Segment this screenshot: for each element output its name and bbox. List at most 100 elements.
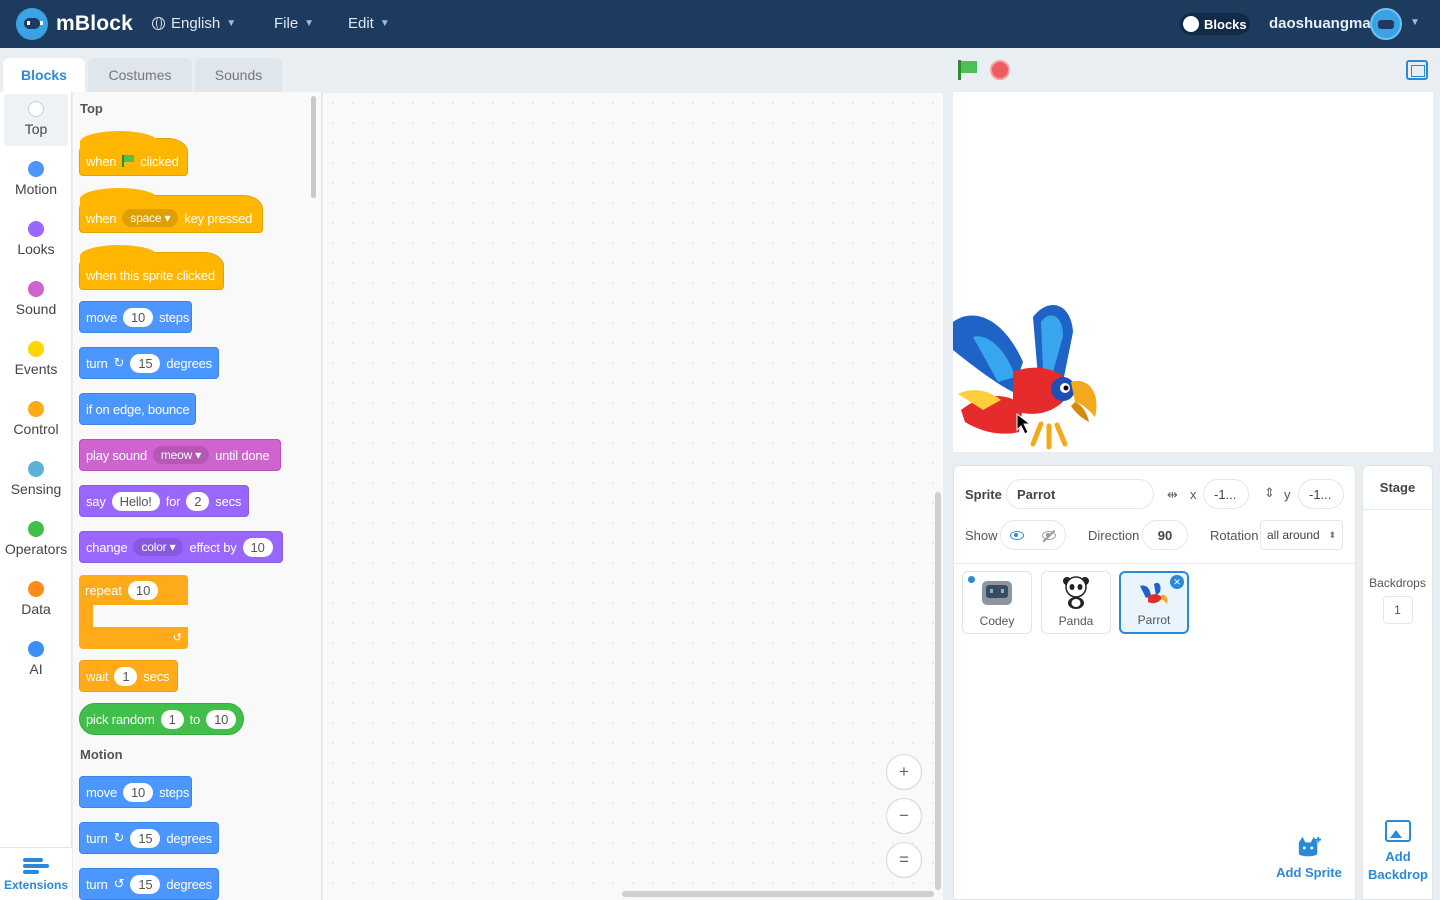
language-menu[interactable]: English ▼ [152, 15, 236, 32]
category-label: Looks [17, 241, 55, 257]
script-horizontal-scrollbar[interactable] [622, 891, 934, 897]
y-input[interactable]: -1... [1298, 479, 1344, 509]
direction-input[interactable]: 90 [1142, 520, 1188, 550]
sprite-tile-panda[interactable]: Panda [1041, 571, 1111, 634]
block-text: move [86, 784, 117, 800]
random-to-input[interactable]: 10 [206, 709, 237, 729]
wait-secs-input[interactable]: 1 [114, 666, 138, 686]
degrees-input[interactable]: 15 [130, 353, 161, 373]
hide-button[interactable] [1033, 521, 1065, 549]
category-sensing[interactable]: Sensing [4, 454, 68, 506]
rotation-label: Rotation [1210, 528, 1259, 543]
category-dot [28, 641, 44, 657]
zoom-out-button[interactable]: − [886, 798, 922, 834]
zoom-in-button[interactable]: + [886, 754, 922, 790]
block-text: effect by [189, 539, 237, 555]
blocks-mode-toggle[interactable]: Blocks [1180, 13, 1250, 35]
fullscreen-icon[interactable] [1406, 60, 1428, 80]
rotation-select[interactable]: all around ⬍ [1260, 520, 1343, 550]
block-turn-right[interactable]: turn ↻ 15 degrees [79, 822, 219, 854]
block-text: wait [86, 668, 109, 684]
stop-button[interactable] [990, 60, 1010, 80]
block-text: when this sprite clicked [86, 267, 215, 283]
chevron-down-icon[interactable]: ▼ [1410, 17, 1420, 28]
degrees-input[interactable]: 15 [130, 874, 161, 894]
eye-off-icon [1042, 530, 1056, 540]
delete-sprite-icon[interactable]: ✕ [1170, 575, 1184, 589]
block-turn-left[interactable]: turn ↺ 15 degrees [79, 868, 219, 900]
sprite-indicator-dot [968, 576, 975, 583]
steps-input[interactable]: 10 [123, 307, 154, 327]
block-play-sound-until-done[interactable]: play sound meow ▾ until done [79, 439, 281, 471]
block-say-for-secs[interactable]: say Hello! for 2 secs [79, 485, 249, 517]
script-area[interactable] [323, 93, 943, 900]
category-events[interactable]: Events [4, 334, 68, 386]
username[interactable]: daoshuangma [1269, 15, 1371, 32]
category-motion[interactable]: Motion [4, 154, 68, 206]
stage-canvas[interactable] [953, 92, 1433, 452]
category-operators[interactable]: Operators [4, 514, 68, 566]
degrees-input[interactable]: 15 [130, 828, 161, 848]
add-backdrop-label: Add Backdrop [1368, 849, 1428, 882]
block-when-flag-clicked[interactable]: when clicked [79, 131, 188, 176]
zoom-reset-button[interactable]: = [886, 842, 922, 878]
category-sound[interactable]: Sound [4, 274, 68, 326]
secs-input[interactable]: 2 [186, 491, 210, 511]
block-pick-random[interactable]: pick random 1 to 10 [79, 703, 244, 735]
message-input[interactable]: Hello! [111, 491, 160, 511]
category-data[interactable]: Data [4, 574, 68, 626]
add-sprite-button[interactable]: Add Sprite [1276, 835, 1342, 880]
parrot-sprite[interactable] [953, 92, 1433, 452]
random-from-input[interactable]: 1 [160, 709, 184, 729]
category-top[interactable]: Top [4, 94, 68, 146]
sprite-tile-codey[interactable]: Codey [962, 571, 1032, 634]
app-logo[interactable]: mBlock [16, 8, 133, 40]
sprite-name-input[interactable] [1006, 479, 1154, 509]
block-when-key-pressed[interactable]: when space ▾ key pressed [79, 188, 263, 233]
edit-menu[interactable]: Edit ▼ [348, 15, 390, 32]
section-title-motion: Motion [80, 747, 123, 762]
sound-dropdown[interactable]: meow ▾ [152, 446, 210, 464]
y-label: y [1284, 487, 1291, 502]
block-text: if on edge, bounce [86, 401, 190, 417]
sprite-name: Parrot [1137, 613, 1171, 627]
category-control[interactable]: Control [4, 394, 68, 446]
category-ai[interactable]: AI [4, 634, 68, 686]
x-input[interactable]: -1... [1203, 479, 1249, 509]
category-label: Operators [4, 541, 68, 557]
block-text: move [86, 309, 117, 325]
key-dropdown[interactable]: space ▾ [122, 209, 179, 227]
file-menu[interactable]: File ▼ [274, 15, 314, 32]
block-text: until done [215, 447, 270, 463]
palette-scrollbar[interactable] [311, 96, 316, 198]
block-wait-secs[interactable]: wait 1 secs [79, 660, 178, 692]
green-flag-button[interactable] [958, 60, 978, 80]
repeat-footer: ↺ [79, 627, 188, 649]
sprite-tile-parrot[interactable]: ✕ Parrot [1119, 571, 1189, 634]
add-backdrop-button[interactable]: Add Backdrop [1364, 820, 1432, 884]
block-change-effect[interactable]: change color ▾ effect by 10 [79, 531, 283, 563]
extensions-button[interactable]: Extensions [0, 847, 72, 900]
tab-sounds[interactable]: Sounds [195, 58, 282, 92]
avatar[interactable] [1370, 8, 1402, 40]
category-label: Control [13, 421, 59, 437]
block-text: turn [86, 876, 108, 892]
block-move-steps[interactable]: move 10 steps [79, 776, 192, 808]
tab-blocks[interactable]: Blocks [3, 58, 85, 92]
category-looks[interactable]: Looks [4, 214, 68, 266]
category-dot [28, 581, 44, 597]
steps-input[interactable]: 10 [123, 782, 154, 802]
effect-dropdown[interactable]: color ▾ [133, 538, 184, 556]
repeat-count-input[interactable]: 10 [127, 580, 159, 600]
tab-costumes[interactable]: Costumes [88, 58, 192, 92]
effect-value-input[interactable]: 10 [242, 537, 273, 557]
show-button[interactable] [1001, 521, 1033, 549]
script-vertical-scrollbar[interactable] [935, 492, 941, 890]
block-if-on-edge-bounce[interactable]: if on edge, bounce [79, 393, 196, 425]
block-move-steps[interactable]: move 10 steps [79, 301, 192, 333]
parrot-icon [1140, 582, 1168, 604]
block-turn-right[interactable]: turn ↻ 15 degrees [79, 347, 219, 379]
add-backdrop-icon [1385, 820, 1411, 842]
block-repeat[interactable]: repeat 10 ↺ [79, 575, 188, 649]
block-when-sprite-clicked[interactable]: when this sprite clicked [79, 245, 224, 290]
